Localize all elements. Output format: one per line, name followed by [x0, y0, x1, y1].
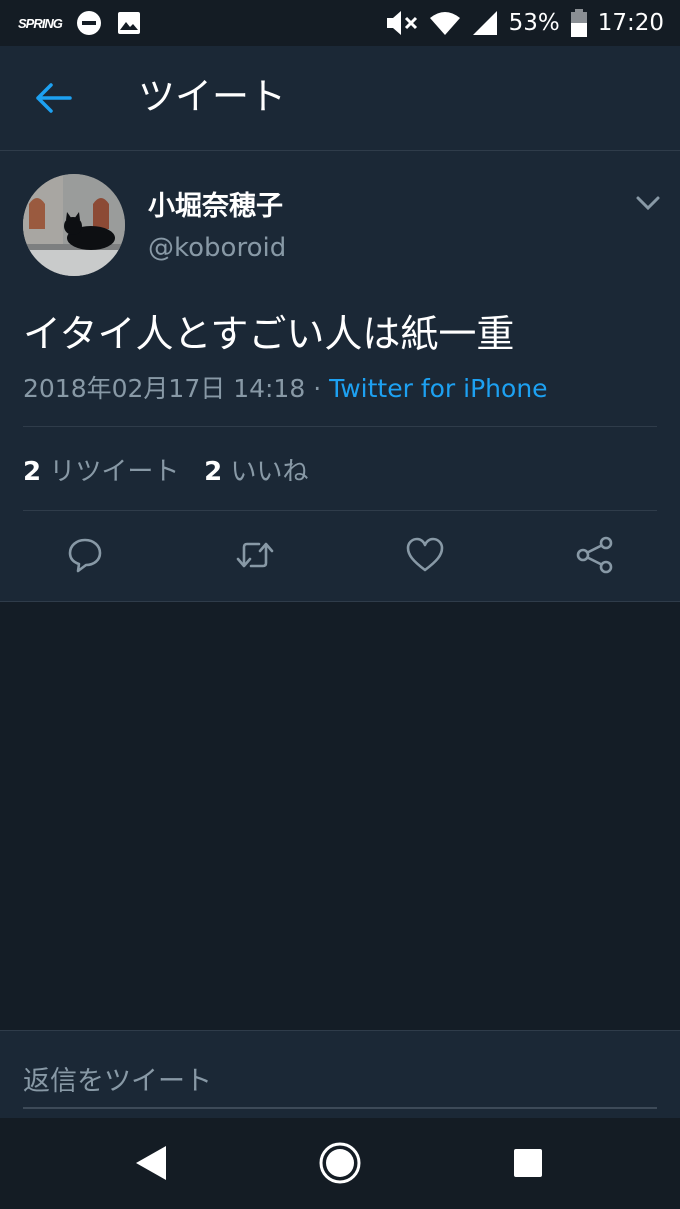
like-label: いいね: [230, 457, 309, 487]
dnd-icon: [76, 11, 101, 35]
display-name[interactable]: 小堀奈穂子: [148, 184, 283, 223]
reply-icon[interactable]: [65, 535, 105, 575]
mute-icon: [386, 11, 417, 35]
signal-icon: [472, 11, 497, 35]
retweet-icon[interactable]: [235, 535, 275, 575]
back-arrow-icon[interactable]: [34, 80, 74, 116]
divider: [23, 510, 657, 511]
image-icon: [117, 12, 140, 34]
tweet-detail: 小堀奈穂子 @koboroid イタイ人とすごい人は紙一重 2018年02月17…: [0, 151, 680, 602]
chevron-down-icon[interactable]: [634, 193, 662, 213]
tweet-timestamp: 2018年02月17日 14:18: [23, 374, 306, 403]
clock: 17:20: [597, 10, 664, 36]
like-count: 2: [204, 457, 223, 487]
wifi-icon: [429, 12, 460, 35]
like-stat[interactable]: 2 いいね: [204, 457, 308, 487]
tweet-actions: [0, 521, 680, 591]
status-bar-left: SPRING: [18, 8, 142, 38]
battery-percent: 53%: [508, 10, 560, 36]
tweet-meta: 2018年02月17日 14:18 · Twitter for iPhone: [23, 369, 548, 405]
page-title: ツイート: [138, 75, 286, 118]
tweet-text: イタイ人とすごい人は紙一重: [23, 312, 515, 356]
carrier-logo: SPRING: [18, 15, 63, 31]
divider: [23, 426, 657, 427]
meta-separator: ·: [305, 374, 330, 403]
nav-home-icon[interactable]: [315, 1138, 365, 1188]
user-handle[interactable]: @koboroid: [148, 233, 286, 263]
battery-icon: [570, 9, 587, 37]
status-bar: SPRING 53% 17:20: [0, 0, 680, 46]
system-nav-bar: [0, 1118, 680, 1209]
retweet-count: 2: [23, 457, 42, 487]
tweet-stats: 2 リツイート 2 いいね: [23, 451, 309, 488]
nav-back-icon[interactable]: [128, 1138, 178, 1188]
retweet-stat[interactable]: 2 リツイート: [23, 457, 179, 487]
retweet-label: リツイート: [49, 457, 180, 487]
status-bar-right: 53% 17:20: [385, 8, 664, 38]
nav-recents-icon[interactable]: [503, 1138, 553, 1188]
avatar[interactable]: [23, 174, 125, 276]
app-bar: ツイート: [0, 46, 680, 151]
reply-underline: [23, 1107, 657, 1109]
like-icon[interactable]: [405, 535, 445, 575]
reply-bar: 返信をツイート: [0, 1030, 680, 1119]
tweet-source-link[interactable]: Twitter for iPhone: [329, 374, 547, 403]
reply-input[interactable]: 返信をツイート: [23, 1059, 212, 1098]
share-icon[interactable]: [575, 535, 615, 575]
